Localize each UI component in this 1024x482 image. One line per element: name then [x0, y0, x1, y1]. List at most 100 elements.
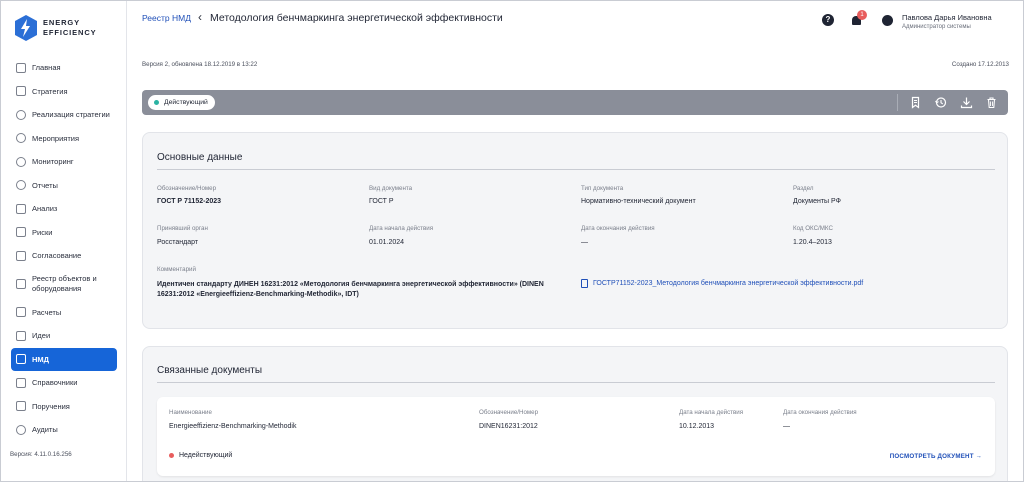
sidebar-item-calculations[interactable]: Расчеты: [11, 301, 117, 325]
attached-file-link[interactable]: ГОСТР71152-2023_Методология бенчмаркинга…: [581, 279, 863, 288]
notifications-button[interactable]: 1: [850, 10, 867, 27]
analysis-icon: [16, 203, 26, 214]
field-value-doc-type: Нормативно-технический документ: [581, 198, 696, 205]
trash-icon[interactable]: [985, 96, 998, 109]
tasks-icon: [16, 401, 26, 412]
home-icon: [16, 62, 26, 73]
sidebar-item-label: Аудиты: [32, 425, 58, 435]
field-label: Обозначение/Номер: [479, 409, 539, 416]
section-title: Связанные документы: [157, 365, 263, 376]
field-value-authority: Росстандарт: [157, 239, 199, 246]
status-dot: [154, 100, 159, 105]
events-icon: [16, 133, 26, 144]
related-doc-status: Недействующий: [169, 452, 232, 459]
calc-icon: [16, 307, 26, 318]
monitor-icon: [16, 156, 26, 167]
logo-line1: ENERGY: [43, 18, 81, 27]
nmd-icon: [16, 354, 26, 365]
status-label: Действующий: [164, 99, 208, 106]
comment-line-2: 16231:2012 «Energieeffizienz-Benchmarkin…: [157, 291, 359, 298]
field-label: Код ОКС/МКС: [793, 225, 833, 232]
sidebar-item-registry[interactable]: Реестр объектов и оборудования: [11, 268, 117, 301]
app-window: ENERGY EFFICIENCY Главная Стратегия Реал…: [0, 0, 1024, 482]
sidebar-item-label: НМД: [32, 354, 50, 364]
user-name[interactable]: Павлова Дарья Ивановна: [902, 13, 992, 22]
header: Реестр НМД ‹ Методология бенчмаркинга эн…: [128, 1, 1023, 41]
field-label: Вид документа: [369, 185, 413, 192]
breadcrumb-link[interactable]: Реестр НМД: [142, 13, 191, 23]
field-value-start-date: 01.01.2024: [369, 239, 405, 246]
sidebar-item-label: Главная: [32, 63, 61, 73]
sidebar-item-reference[interactable]: Справочники: [11, 371, 117, 395]
document-toolbar: Действующий: [142, 90, 1008, 115]
registry-icon: [16, 279, 26, 289]
strategy-icon: [16, 86, 26, 97]
chevron-left-icon[interactable]: ‹: [198, 10, 202, 24]
reference-icon: [16, 377, 26, 388]
ideas-icon: [16, 330, 26, 341]
field-label: Обозначение/Номер: [157, 185, 217, 192]
sidebar-item-strategy-implementation[interactable]: Реализация стратегии: [11, 103, 117, 127]
section-title: Основные данные: [157, 152, 243, 163]
sidebar-item-events[interactable]: Мероприятия: [11, 127, 117, 151]
audit-icon: [16, 424, 26, 435]
sidebar-item-label: Справочники: [32, 378, 78, 388]
view-document-link[interactable]: ПОСМОТРЕТЬ ДОКУМЕНТ →: [890, 453, 982, 460]
field-label: Принявший орган: [157, 225, 208, 232]
file-name: ГОСТР71152-2023_Методология бенчмаркинга…: [593, 280, 864, 287]
history-icon[interactable]: [934, 96, 947, 109]
sidebar-item-home[interactable]: Главная: [11, 56, 117, 80]
related-doc-item[interactable]: Наименование Energieeffizienz-Benchmarki…: [157, 397, 995, 476]
sidebar-item-reports[interactable]: Отчеты: [11, 174, 117, 198]
sidebar-item-strategy[interactable]: Стратегия: [11, 80, 117, 104]
notification-badge: 1: [857, 10, 867, 20]
reports-icon: [16, 180, 26, 191]
sidebar-item-label: Риски: [32, 227, 53, 237]
sidebar: ENERGY EFFICIENCY Главная Стратегия Реал…: [1, 1, 127, 481]
sidebar-item-monitoring[interactable]: Мониторинг: [11, 150, 117, 174]
field-label: Тип документа: [581, 185, 624, 192]
target-icon: [16, 109, 26, 120]
sidebar-item-analysis[interactable]: Анализ: [11, 197, 117, 221]
toolbar-divider: [897, 94, 898, 111]
sidebar-item-tasks[interactable]: Поручения: [11, 395, 117, 419]
approval-icon: [16, 250, 26, 261]
sidebar-nav: Главная Стратегия Реализация стратегии М…: [11, 56, 117, 442]
comment-line-1: Идентичен стандарту ДИНЕН 16231:2012 «Ме…: [157, 281, 544, 288]
main-content: Реестр НМД ‹ Методология бенчмаркинга эн…: [128, 1, 1023, 481]
app-version: Версия: 4.11.0.16.256: [10, 451, 72, 458]
help-icon[interactable]: ?: [822, 14, 834, 26]
bookmark-icon[interactable]: [909, 96, 922, 109]
sidebar-item-audits[interactable]: Аудиты: [11, 418, 117, 442]
risks-icon: [16, 227, 26, 238]
divider: [157, 382, 995, 383]
field-label: Комментарий: [157, 266, 196, 273]
user-avatar-icon[interactable]: [882, 15, 893, 26]
field-label: Раздел: [793, 185, 814, 192]
sidebar-item-risks[interactable]: Риски: [11, 221, 117, 245]
logo[interactable]: ENERGY EFFICIENCY: [15, 15, 97, 41]
related-docs-card: Связанные документы Наименование Energie…: [142, 346, 1008, 481]
sidebar-item-label: Поручения: [32, 401, 70, 411]
field-label: Дата начала действия: [679, 409, 744, 416]
field-value-designation: ГОСТ Р 71152-2023: [157, 198, 222, 205]
field-label: Дата окончания действия: [581, 225, 655, 232]
related-doc-start: 10.12.2013: [679, 423, 715, 430]
sidebar-item-label: Стратегия: [32, 86, 68, 96]
sidebar-item-ideas[interactable]: Идеи: [11, 324, 117, 348]
sidebar-item-approval[interactable]: Согласование: [11, 244, 117, 268]
field-label: Наименование: [169, 409, 212, 416]
sidebar-item-label: Идеи: [32, 331, 51, 341]
logo-icon: [15, 15, 37, 41]
sidebar-item-label: Анализ: [32, 204, 58, 214]
logo-line2: EFFICIENCY: [43, 28, 97, 37]
status-dot: [169, 453, 174, 458]
download-icon[interactable]: [960, 96, 973, 109]
status-badge: Действующий: [148, 95, 215, 110]
field-label: Дата окончания действия: [783, 409, 857, 416]
sidebar-item-label: Расчеты: [32, 307, 62, 317]
related-doc-end: —: [783, 423, 790, 430]
related-doc-number: DINEN16231:2012: [479, 423, 538, 430]
sidebar-item-nmd[interactable]: НМД: [11, 347, 117, 371]
divider: [157, 169, 995, 170]
